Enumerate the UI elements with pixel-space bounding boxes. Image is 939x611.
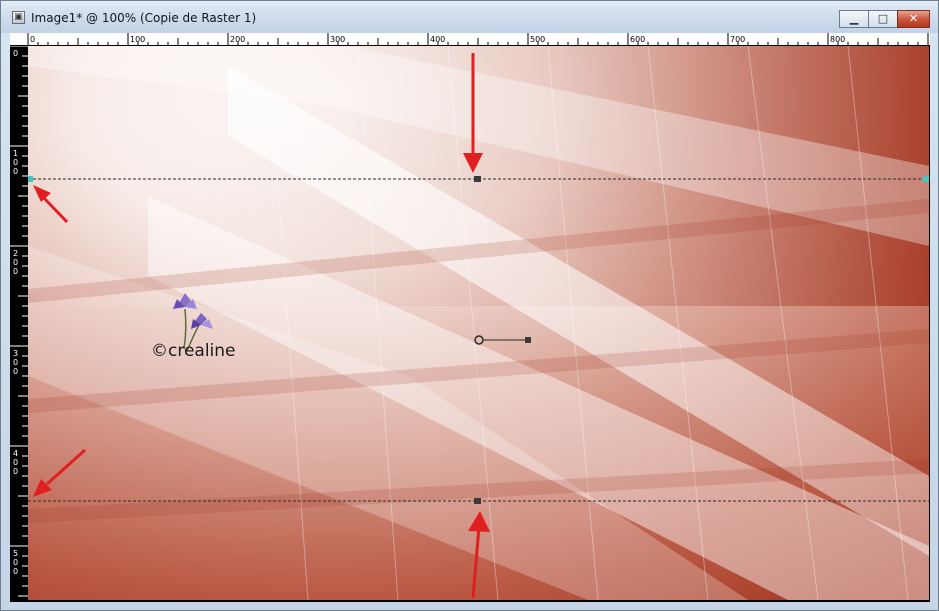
ruler-left-label: 0 bbox=[13, 167, 18, 176]
ruler-left-label: 0 bbox=[13, 358, 18, 367]
maximize-icon: □ bbox=[877, 12, 889, 25]
window-title: Image1* @ 100% (Copie de Raster 1) bbox=[31, 11, 257, 25]
ruler-left-label: 0 bbox=[13, 258, 18, 267]
title-bar[interactable]: ▣ Image1* @ 100% (Copie de Raster 1) ▁ □… bbox=[1, 1, 938, 33]
paint-shop-pro-document-icon[interactable]: ▣ bbox=[12, 11, 25, 24]
close-icon: ✕ bbox=[908, 12, 919, 25]
close-button[interactable]: ✕ bbox=[897, 10, 930, 28]
ruler-left-label: 0 bbox=[13, 367, 18, 376]
ruler-top-label: 800 bbox=[830, 35, 845, 44]
ruler-left-label: 0 bbox=[13, 558, 18, 567]
image-document-window: ▣ Image1* @ 100% (Copie de Raster 1) ▁ □… bbox=[0, 0, 939, 611]
ruler-top-label: 400 bbox=[430, 35, 445, 44]
window-controls: ▁ □ ✕ bbox=[839, 10, 930, 28]
ruler-top-label: 300 bbox=[330, 35, 345, 44]
maximize-button[interactable]: □ bbox=[868, 10, 898, 28]
ruler-left-label: 1 bbox=[13, 149, 18, 158]
ruler-top-label: 600 bbox=[630, 35, 645, 44]
ruler-top-label: 100 bbox=[130, 35, 145, 44]
watermark-text: ©crealine bbox=[151, 341, 236, 361]
ruler-top-label: 700 bbox=[730, 35, 745, 44]
ruler-left-label: 2 bbox=[13, 249, 18, 258]
ruler-left-label: 0 bbox=[13, 49, 18, 58]
horizontal-ruler[interactable]: 0 100 200 300 400 500 600 700 800 bbox=[10, 33, 930, 46]
horizontal-ruler-ticks: 0 100 200 300 400 500 600 700 800 bbox=[27, 33, 929, 45]
ruler-left-label: 0 bbox=[13, 158, 18, 167]
ruler-left-label: 0 bbox=[13, 458, 18, 467]
ruler-top-label: 500 bbox=[530, 35, 545, 44]
ruler-left-label: 3 bbox=[13, 349, 18, 358]
ruler-left-label: 0 bbox=[13, 267, 18, 276]
vertical-ruler-ticks: 0100200300400500 bbox=[10, 46, 28, 597]
ruler-left-label: 0 bbox=[13, 567, 18, 576]
ruler-left-label: 5 bbox=[13, 549, 18, 558]
ruler-top-label: 200 bbox=[230, 35, 245, 44]
ruler-left-label: 0 bbox=[13, 467, 18, 476]
ruler-top-label: 0 bbox=[30, 35, 35, 44]
ruler-left-label: 4 bbox=[13, 449, 18, 458]
vertical-ruler[interactable]: 0100200300400500 bbox=[10, 46, 28, 602]
minimize-button[interactable]: ▁ bbox=[839, 10, 869, 28]
minimize-icon: ▁ bbox=[849, 12, 859, 25]
